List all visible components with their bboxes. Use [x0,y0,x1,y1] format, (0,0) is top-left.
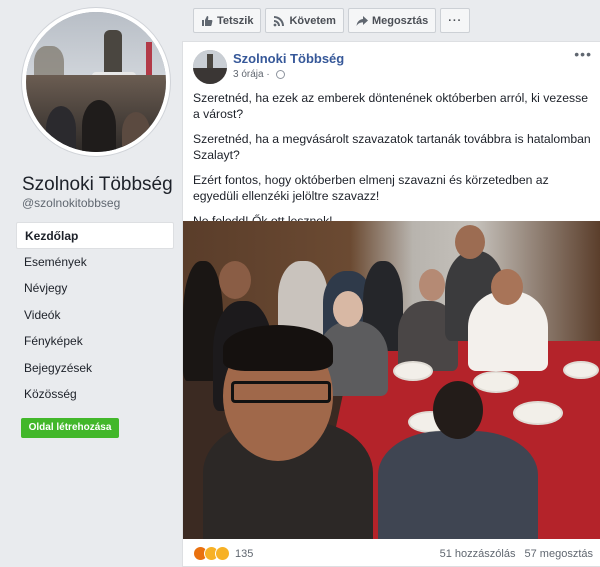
nav-item-posts[interactable]: Bejegyzések [16,355,174,382]
shares-count[interactable]: 57 megosztás [525,548,593,560]
post-author-name[interactable]: Szolnoki Többség [233,51,344,66]
photo-person [378,431,538,539]
post-card: Szolnoki Többség 3 órája · ••• Szeretnéd… [182,41,600,567]
avatar-person [122,112,150,152]
like-page-label: Tetszik [217,14,254,27]
share-page-label: Megosztás [371,14,429,27]
post-avatar-crowd [193,68,227,84]
nav-item-home[interactable]: Kezdőlap [16,222,174,249]
post-meta-separator: · [263,69,273,80]
nav-item-community[interactable]: Közösség [16,381,174,408]
comments-count[interactable]: 51 hozzászólás [440,548,516,560]
page-profile-picture[interactable] [22,8,170,156]
share-arrow-icon [356,15,368,26]
photo-plate [563,361,599,379]
avatar-person [82,100,116,152]
photo-glasses [231,381,331,403]
create-page-button[interactable]: Oldal létrehozása [21,418,119,438]
left-sidebar: Szolnoki Többség @szolnokitobbseg Kezdől… [0,0,182,567]
reactions-summary[interactable]: 135 [193,546,253,561]
post-author-avatar[interactable] [193,50,227,84]
page-navigation: Kezdőlap Események Névjegy Videók Fényké… [16,222,174,408]
page-action-bar: Tetszik Követem Megosztás ··· [193,8,474,33]
post-body: Szeretnéd, ha ezek az emberek döntenének… [193,90,593,238]
sad-reaction-icon [215,546,230,561]
post-paragraph: Szeretnéd, ha a megvásárolt szavazatok t… [193,132,591,162]
post-timestamp[interactable]: 3 órája [233,69,264,80]
like-page-button[interactable]: Tetszik [193,8,262,33]
photo-face [491,269,523,305]
page-name[interactable]: Szolnoki Többség [22,174,173,196]
photo-face [455,225,485,259]
nav-item-events[interactable]: Események [16,249,174,276]
follow-page-button[interactable]: Követem [265,8,344,33]
photo-face [419,269,445,301]
rss-icon [274,15,285,26]
photo-plate [393,361,433,381]
more-options-button[interactable]: ··· [440,8,471,33]
avatar-person [46,106,76,152]
page-handle[interactable]: @szolnokitobbseg [22,196,120,210]
photo-face [333,291,363,327]
share-page-button[interactable]: Megosztás [347,8,437,33]
nav-item-about[interactable]: Névjegy [16,275,174,302]
nav-item-photos[interactable]: Fényképek [16,328,174,355]
follow-page-label: Követem [289,14,336,27]
post-stats: 51 hozzászólás 57 megosztás [434,548,593,560]
post-paragraph: Ezért fontos, hogy októberben elmenj sza… [193,173,549,203]
photo-hair [223,325,333,371]
reaction-count[interactable]: 135 [235,548,253,560]
avatar-statue [104,30,122,78]
post-footer: 135 51 hozzászólás 57 megosztás [183,540,600,567]
post-photo[interactable] [183,221,600,539]
post-meta: 3 órája · [233,69,286,80]
nav-item-videos[interactable]: Videók [16,302,174,329]
photo-face [433,381,483,439]
post-paragraph: Szeretnéd, ha ezek az emberek döntenének… [193,91,588,121]
photo-plate [513,401,563,425]
photo-plate [473,371,519,393]
globe-icon [276,70,286,79]
post-avatar-statue [207,54,213,68]
photo-face [219,261,251,299]
thumbs-up-icon [202,15,213,26]
post-menu-button[interactable]: ••• [574,46,592,62]
